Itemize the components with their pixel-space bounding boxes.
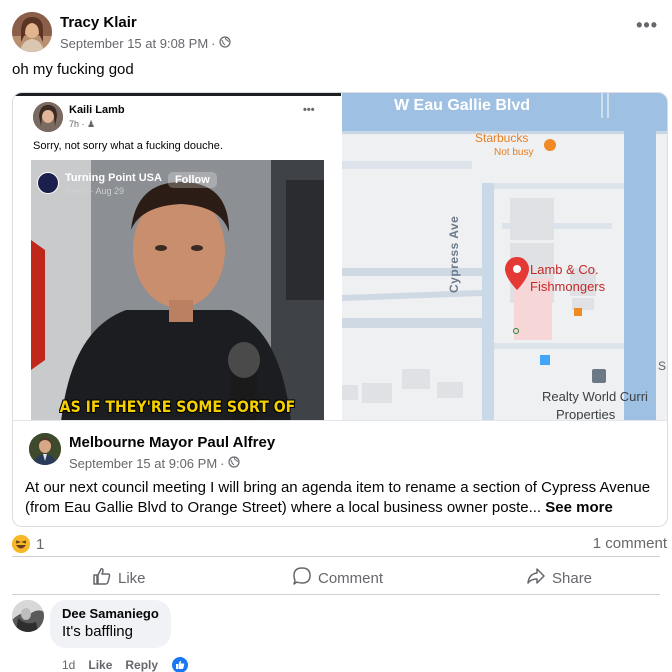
more-dots-icon[interactable]: •••	[636, 16, 658, 34]
tpusa-logo-icon	[37, 172, 59, 194]
inner-avatar	[33, 102, 63, 132]
globe-icon	[218, 36, 231, 51]
like-reaction-icon	[171, 656, 190, 672]
speech-bubble-icon	[292, 566, 312, 590]
post-meta: September 15 at 9:08 PM ·	[60, 36, 231, 51]
reel-follow-button: Follow	[167, 172, 217, 188]
embedded-post-text: At our next council meeting I will bring…	[25, 478, 665, 518]
map-road-side: Cypress Ave	[447, 215, 461, 293]
inner-post-header: Kaili Lamb 7h · ♟	[33, 102, 125, 132]
reel-header: Turning Point USA Reels · Aug 29 Follow	[37, 172, 217, 196]
embedded-post-header: Melbourne Mayor Paul Alfrey September 15…	[29, 433, 275, 471]
comment-button[interactable]: Comment	[292, 566, 383, 590]
map-poi-starbucks: Starbucks	[475, 131, 529, 145]
mayor-avatar[interactable]	[29, 433, 61, 465]
like-label: Like	[118, 569, 146, 587]
inner-post-text: Sorry, not sorry what a fucking douche.	[33, 140, 223, 152]
comment-label: Comment	[318, 569, 384, 587]
comment-reply-button[interactable]: Reply	[125, 658, 158, 672]
embedded-post[interactable]: Melbourne Mayor Paul Alfrey September 15…	[13, 420, 667, 526]
comment-like-button[interactable]: Like	[88, 658, 112, 672]
comment-text: It's baffling	[62, 623, 133, 640]
comment-count[interactable]: 1 comment	[593, 535, 667, 552]
author-avatar[interactable]	[12, 12, 52, 52]
shared-image-left[interactable]: Kaili Lamb 7h · ♟ ••• Sorry, not sorry w…	[13, 93, 341, 420]
post-author-name[interactable]: Tracy Klair	[60, 14, 231, 31]
post-timestamp[interactable]: September 15 at 9:08 PM	[60, 36, 208, 51]
comment-time[interactable]: 1d	[62, 658, 75, 672]
reel-sub: Reels · Aug 29	[65, 186, 125, 196]
inner-more-icon: •••	[303, 104, 315, 116]
post-header: Tracy Klair September 15 at 9:08 PM ·	[12, 12, 231, 52]
post-actions: Like Comment Share	[0, 562, 672, 590]
comment-bubble: Dee Samaniego It's baffling	[50, 600, 171, 648]
haha-reaction-icon	[12, 535, 30, 553]
reel-caption: AS IF THEY'RE SOME SORT OF	[59, 397, 296, 416]
map-road-main: W Eau Gallie Blvd	[394, 97, 531, 114]
meta-separator: ·	[220, 456, 225, 471]
inner-meta: 7h · ♟	[69, 119, 96, 129]
friends-icon: ♟	[87, 119, 96, 129]
commenter-name[interactable]: Dee Samaniego	[62, 606, 159, 621]
share-button[interactable]: Share	[526, 566, 592, 590]
map-poi-starbucks-status: Not busy	[494, 147, 534, 158]
like-button[interactable]: Like	[92, 566, 146, 590]
reel-video: Turning Point USA Reels · Aug 29 Follow …	[31, 160, 324, 420]
divider-top	[12, 556, 660, 557]
comment-item: Dee Samaniego It's baffling	[12, 600, 171, 648]
shared-post-card[interactable]: Kaili Lamb 7h · ♟ ••• Sorry, not sorry w…	[12, 92, 668, 527]
map-pin-label-2: Fishmongers	[530, 279, 606, 294]
commenter-avatar[interactable]	[12, 600, 44, 632]
reaction-count[interactable]: 1	[36, 536, 44, 553]
share-label: Share	[552, 569, 593, 587]
map-poi-realty-1: Realty World Curri	[542, 389, 648, 404]
post-text: oh my fucking god	[12, 61, 134, 78]
reel-page-name: Turning Point USA	[65, 172, 162, 184]
map-pin-label-1: Lamb & Co.	[530, 262, 599, 277]
meta-separator: ·	[211, 36, 216, 51]
divider-bottom	[12, 594, 660, 595]
inner-author: Kaili Lamb	[69, 104, 125, 116]
embedded-post-author[interactable]: Melbourne Mayor Paul Alfrey	[69, 434, 275, 451]
map-edge-letter: S	[658, 359, 667, 373]
reaction-summary[interactable]: 1	[12, 535, 44, 553]
shared-image-map[interactable]: W Eau Gallie Blvd Cypress Ave Starbucks …	[342, 93, 667, 420]
see-more-link[interactable]: See more	[545, 499, 613, 516]
share-arrow-icon	[526, 566, 546, 590]
thumbs-up-icon	[92, 566, 112, 590]
map-poi-realty-2: Properties	[556, 407, 616, 420]
embedded-post-timestamp[interactable]: September 15 at 9:06 PM	[69, 456, 217, 471]
embedded-post-meta: September 15 at 9:06 PM ·	[69, 456, 275, 471]
globe-icon	[227, 456, 240, 471]
comment-actions: 1d Like Reply	[62, 656, 190, 672]
